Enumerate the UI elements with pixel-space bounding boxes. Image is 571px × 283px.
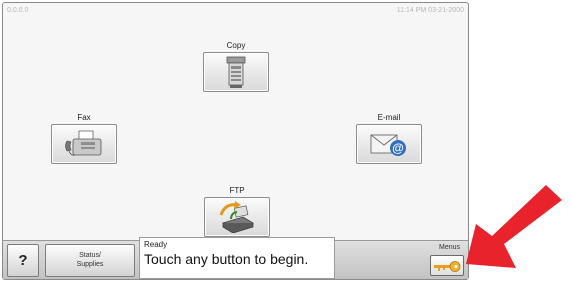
annotation-arrow-icon	[466, 185, 562, 268]
annotation-arrow-shape	[466, 185, 562, 268]
